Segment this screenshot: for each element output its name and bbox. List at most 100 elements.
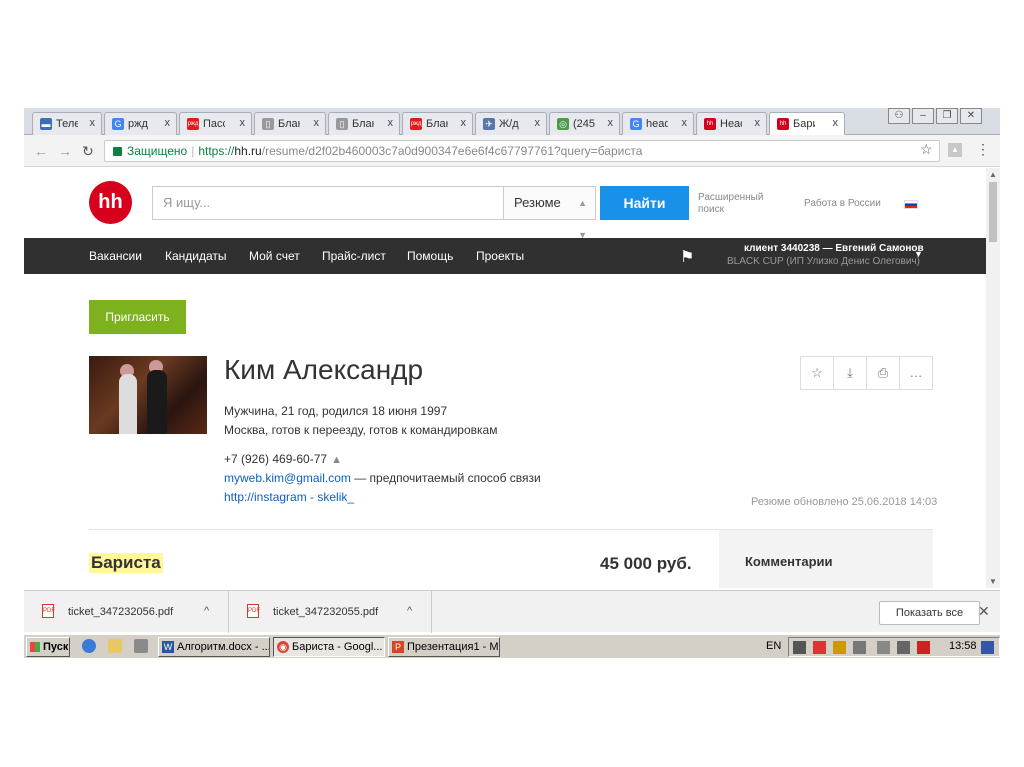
antivirus-icon[interactable] [813,641,826,654]
scroll-up-icon[interactable]: ▲ [989,170,997,179]
browser-tab[interactable]: ржд Бланк x [402,112,473,135]
desired-position: Бариста [89,553,163,573]
google-icon: G [112,118,124,130]
tab-close-icon[interactable]: x [314,117,320,129]
start-button[interactable]: Пуск [26,637,70,657]
bookmark-star-icon[interactable]: ☆ [920,141,933,158]
alert-icon[interactable] [917,641,930,654]
print-icon[interactable]: ⎙ [867,357,900,389]
tab-close-icon[interactable]: x [535,117,541,129]
tab-close-icon[interactable]: x [608,117,614,129]
page-scrollbar[interactable]: ▲ ▼ [986,168,1000,588]
browser-tab[interactable]: ржд Пассажирам x [179,112,252,135]
reload-icon[interactable]: ↻ [82,143,94,160]
close-window-button[interactable]: ✕ [960,108,982,124]
browser-tab[interactable]: ◎ (245) x [549,112,620,135]
network-icon[interactable] [833,641,846,654]
nav-price-list[interactable]: Прайс-лист [322,249,386,263]
browser-tab[interactable]: ▯ Бланк x [254,112,326,135]
browser-tab[interactable]: ▯ Бланк x [328,112,400,135]
tab-close-icon[interactable]: x [165,117,171,129]
restore-button[interactable]: ❐ [936,108,958,124]
hh-icon: hh [704,118,716,130]
lock-icon [113,147,122,156]
tab-close-icon[interactable]: x [682,117,688,129]
browser-menu-icon[interactable]: ⋮ [976,141,990,158]
volume-icon[interactable] [897,641,910,654]
desktop-icon[interactable] [981,641,994,654]
browser-tab[interactable]: ▬ Телеграм x [32,112,102,135]
nav-help[interactable]: Помощь [407,249,453,263]
search-type-select[interactable]: Резюме ▲ ▼ [504,186,596,240]
advanced-search-link[interactable]: Расширенный поиск [698,192,778,216]
find-button[interactable]: Найти [600,186,689,220]
candidate-phone[interactable]: +7 (926) 469-60-77 [224,452,327,466]
browser-tab[interactable]: ✈ Ж/д x [475,112,547,135]
nav-projects[interactable]: Проекты [476,249,524,263]
internet-explorer-icon[interactable] [82,639,96,653]
chevron-up-icon[interactable]: ^ [204,605,209,617]
search-input[interactable]: Я ищу... [152,186,504,220]
globe-icon: ◎ [557,118,569,130]
more-icon[interactable]: … [900,357,932,389]
browser-tab[interactable]: Gржд x [104,112,177,135]
tab-close-icon[interactable]: x [388,117,394,129]
show-all-downloads-button[interactable]: Показать все [879,601,980,625]
close-icon[interactable]: ✕ [978,603,990,620]
search-type-value: Резюме [514,195,561,210]
media-icon[interactable] [134,639,148,653]
download-item[interactable]: PDF ticket_347232056.pdf ^ [24,591,229,633]
task-chrome[interactable]: ◉ Бариста - Googl... [273,637,385,657]
browser-tab[interactable]: hh Head x [696,112,767,135]
browser-tab[interactable]: Ghead x [622,112,694,135]
nav-candidates[interactable]: Кандидаты [165,249,227,263]
tab-label: (245) [573,118,595,130]
address-bar[interactable]: Защищено | https://hh.ru/resume/d2f02b4600… [104,140,940,162]
folder-icon[interactable] [108,639,122,653]
windows-logo-icon [30,642,40,652]
battery-icon[interactable] [853,641,866,654]
invite-button[interactable]: Пригласить [89,300,186,334]
client-account-name[interactable]: клиент 3440238 — Евгений Самонов [744,243,924,254]
rzd-icon: ржд [187,118,199,130]
scroll-down-icon[interactable]: ▼ [989,577,997,586]
pdf-extension-icon[interactable]: ▲ [948,143,962,157]
task-powerpoint[interactable]: P Презентация1 - Mi... [388,637,500,657]
telegram-icon: ▬ [40,118,52,130]
address-path: /resume/d2f02b460003c7a0d900347e6e6f4c67… [261,144,643,158]
language-indicator[interactable]: EN [766,640,781,652]
chevron-down-icon[interactable]: ▼ [914,249,923,259]
candidate-instagram[interactable]: http://instagram - skelik_ [224,490,354,504]
browser-toolbar: ← → ↻ Защищено | https://hh.ru/resume/d2f0… [24,135,1000,167]
tab-close-icon[interactable]: x [755,117,761,129]
tab-close-icon[interactable]: x [833,117,839,129]
signal-icon[interactable] [877,641,890,654]
tab-close-icon[interactable]: x [240,117,246,129]
candidate-phone-row: +7 (926) 469-60-77 ▲ [224,452,342,466]
browser-tab[interactable]: hh Бариста x [769,112,845,135]
russia-flag-icon[interactable] [904,200,918,209]
windows-taskbar: Пуск W Алгоритм.docx - ... ◉ Бариста - G… [24,634,1000,658]
email-note: — предпочитаемый способ связи [350,471,541,485]
nav-my-account[interactable]: Мой счет [249,249,300,263]
back-icon[interactable]: ← [34,143,48,159]
chevron-up-icon[interactable]: ^ [407,605,412,617]
forward-icon[interactable]: → [58,143,72,159]
minimize-button[interactable]: – [912,108,934,124]
monitor-icon[interactable] [793,641,806,654]
flag-icon[interactable]: ⚑ [680,247,694,267]
candidate-email-row: myweb.kim@gmail.com — предпочитаемый спо… [224,471,541,485]
tab-close-icon[interactable]: x [461,117,467,129]
candidate-photo [89,356,207,434]
download-item[interactable]: PDF ticket_347232055.pdf ^ [229,591,432,633]
scroll-thumb[interactable] [989,182,997,242]
hh-logo[interactable]: hh [89,181,132,224]
profile-icon[interactable]: ⚇ [888,108,910,124]
candidate-email[interactable]: myweb.kim@gmail.com [224,471,351,485]
tab-close-icon[interactable]: x [90,117,96,129]
favorite-star-icon[interactable]: ☆ [801,357,834,389]
nav-vacancies[interactable]: Вакансии [89,249,142,263]
task-word[interactable]: W Алгоритм.docx - ... [158,637,270,657]
download-icon[interactable]: ⤓ [834,357,867,389]
work-in-russia-link[interactable]: Работа в России [804,198,881,209]
